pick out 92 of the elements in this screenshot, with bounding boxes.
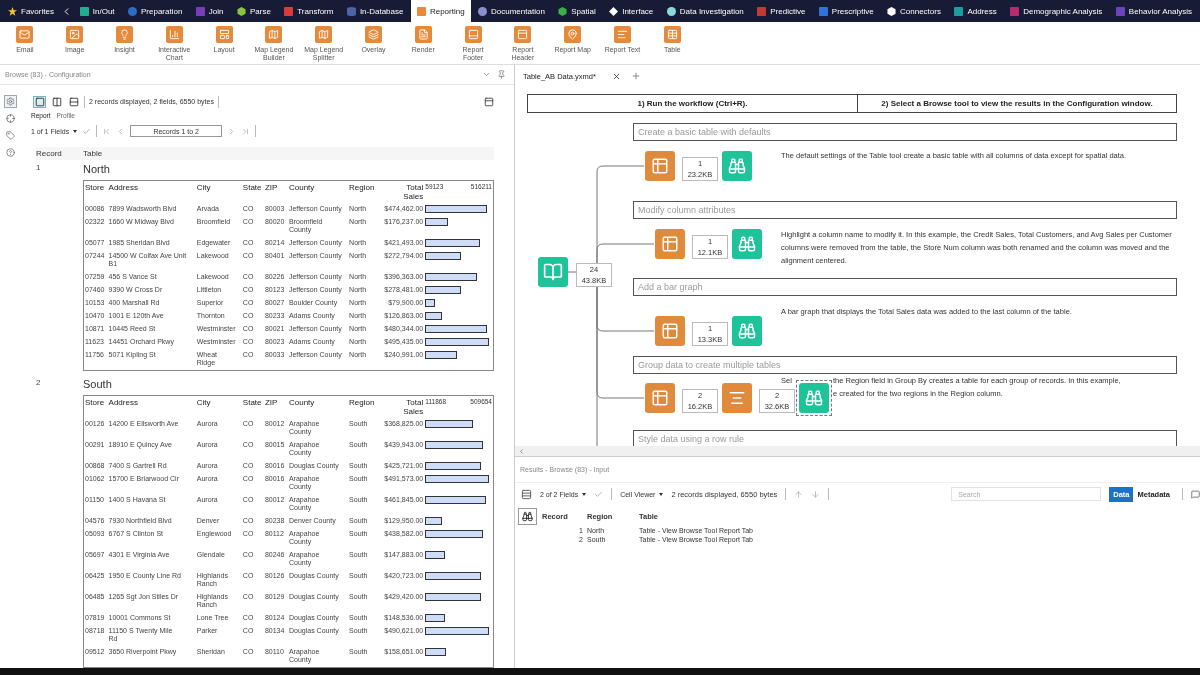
instruction-step: 2) Select a Browse tool to view the results in the Configuration window.	[857, 95, 1176, 112]
layers-icon	[364, 26, 382, 43]
target-icon[interactable]	[4, 112, 17, 125]
category-tab[interactable]: In-Database	[340, 0, 410, 22]
category-tab[interactable]: Favorites	[2, 0, 60, 22]
settings-icon[interactable]	[4, 95, 17, 108]
category-tab[interactable]: Connectors	[881, 0, 947, 22]
table-icon[interactable]	[645, 151, 675, 181]
section-title: Create a basic table with defaults	[633, 123, 1177, 141]
book-icon[interactable]	[538, 257, 568, 287]
record-number: 2	[36, 377, 42, 389]
map-icon	[265, 26, 283, 43]
category-tab[interactable]: Behavior Analysis	[1109, 0, 1198, 22]
section-title: Group data to create multiple tables	[633, 356, 1177, 374]
layout-icon	[215, 26, 233, 43]
column-header: State	[241, 395, 264, 418]
category-tab[interactable]: Spatial	[552, 0, 602, 22]
table-icon[interactable]	[655, 316, 685, 346]
record-number: 1	[36, 162, 42, 174]
comment-icon[interactable]	[1191, 489, 1200, 499]
image-icon	[66, 26, 84, 43]
section-title: Add a bar graph	[633, 278, 1177, 296]
map-icon	[315, 26, 333, 43]
section-title: Modify column attributes	[633, 201, 1177, 219]
first-page-icon[interactable]	[102, 126, 112, 136]
table-icon[interactable]	[645, 383, 675, 413]
section-title: Style data using a row rule	[633, 430, 1177, 446]
rows-icon[interactable]	[521, 488, 532, 500]
check-icon[interactable]	[594, 489, 604, 499]
column-header: Table	[83, 148, 104, 158]
category-tab[interactable]: Interface	[603, 0, 660, 22]
column-header: State	[241, 180, 264, 203]
column-header: City	[195, 180, 242, 203]
column-header: Total Sales	[378, 180, 425, 203]
table-icon[interactable]	[655, 229, 685, 259]
category-tab[interactable]: Join	[189, 0, 230, 22]
category-tab[interactable]: Prescriptive	[812, 0, 880, 22]
category-tab[interactable]: Reporting	[410, 0, 471, 22]
chevron-left-icon[interactable]	[518, 447, 525, 455]
column-header: Store	[83, 395, 108, 418]
column-header: Address	[107, 180, 196, 203]
last-page-icon[interactable]	[241, 126, 251, 136]
add-tab-icon[interactable]	[630, 71, 641, 81]
arrow-up-icon[interactable]	[794, 489, 804, 499]
chart-icon	[165, 26, 183, 43]
group-title: South	[83, 377, 113, 391]
connector-line	[567, 271, 577, 273]
close-icon[interactable]	[611, 71, 621, 81]
column-header: Store	[83, 180, 108, 203]
document-icon	[414, 26, 432, 43]
scrollbar[interactable]	[515, 446, 1200, 456]
text-icon	[613, 26, 631, 43]
category-tab[interactable]: Transform	[278, 0, 340, 22]
arrow-down-icon[interactable]	[811, 489, 821, 499]
pin-icon[interactable]	[497, 70, 506, 79]
lightbulb-icon	[116, 26, 133, 43]
category-tab[interactable]: In/Out	[73, 0, 121, 22]
column-header: Total Sales	[378, 395, 425, 418]
category-tab[interactable]: Predictive	[751, 0, 812, 22]
panel-icon[interactable]	[484, 96, 494, 107]
column-header: City	[195, 395, 242, 418]
category-tab[interactable]: Demographic Analysis	[1004, 0, 1109, 22]
instruction-step: 1) Run the workflow (Ctrl+R).	[528, 95, 857, 112]
category-tab[interactable]: Address	[948, 0, 1003, 22]
group-title: North	[83, 162, 111, 176]
check-icon[interactable]	[82, 126, 92, 136]
header-icon	[514, 26, 532, 43]
column-header: Region	[348, 180, 379, 203]
category-tab[interactable]: Data Investigation	[660, 0, 750, 22]
help-icon[interactable]	[4, 146, 17, 159]
map-pin-icon	[564, 26, 582, 43]
column-header: Address	[107, 395, 196, 418]
category-tab[interactable]: Parse	[230, 0, 277, 22]
chevron-down-icon[interactable]	[482, 70, 491, 79]
columns-icon[interactable]	[50, 95, 63, 108]
column-header: ZIP	[263, 180, 288, 203]
column-header: Record	[36, 148, 63, 158]
column-header: ZIP	[263, 395, 288, 418]
column-header: County	[287, 395, 349, 418]
binoculars-icon[interactable]	[518, 508, 537, 525]
category-tab[interactable]: Documentation	[472, 0, 551, 22]
footer-icon	[464, 26, 482, 43]
column-header: County	[287, 180, 349, 203]
rows-icon[interactable]	[67, 95, 80, 108]
column-header: Region	[348, 395, 379, 418]
category-tab[interactable]: Preparation	[122, 0, 189, 22]
single-pane-icon[interactable]	[33, 95, 46, 108]
mail-icon	[16, 26, 34, 43]
text-icon[interactable]	[722, 383, 752, 413]
tag-icon[interactable]	[4, 129, 17, 142]
table-icon	[663, 26, 681, 43]
binoculars-icon[interactable]	[796, 380, 832, 416]
